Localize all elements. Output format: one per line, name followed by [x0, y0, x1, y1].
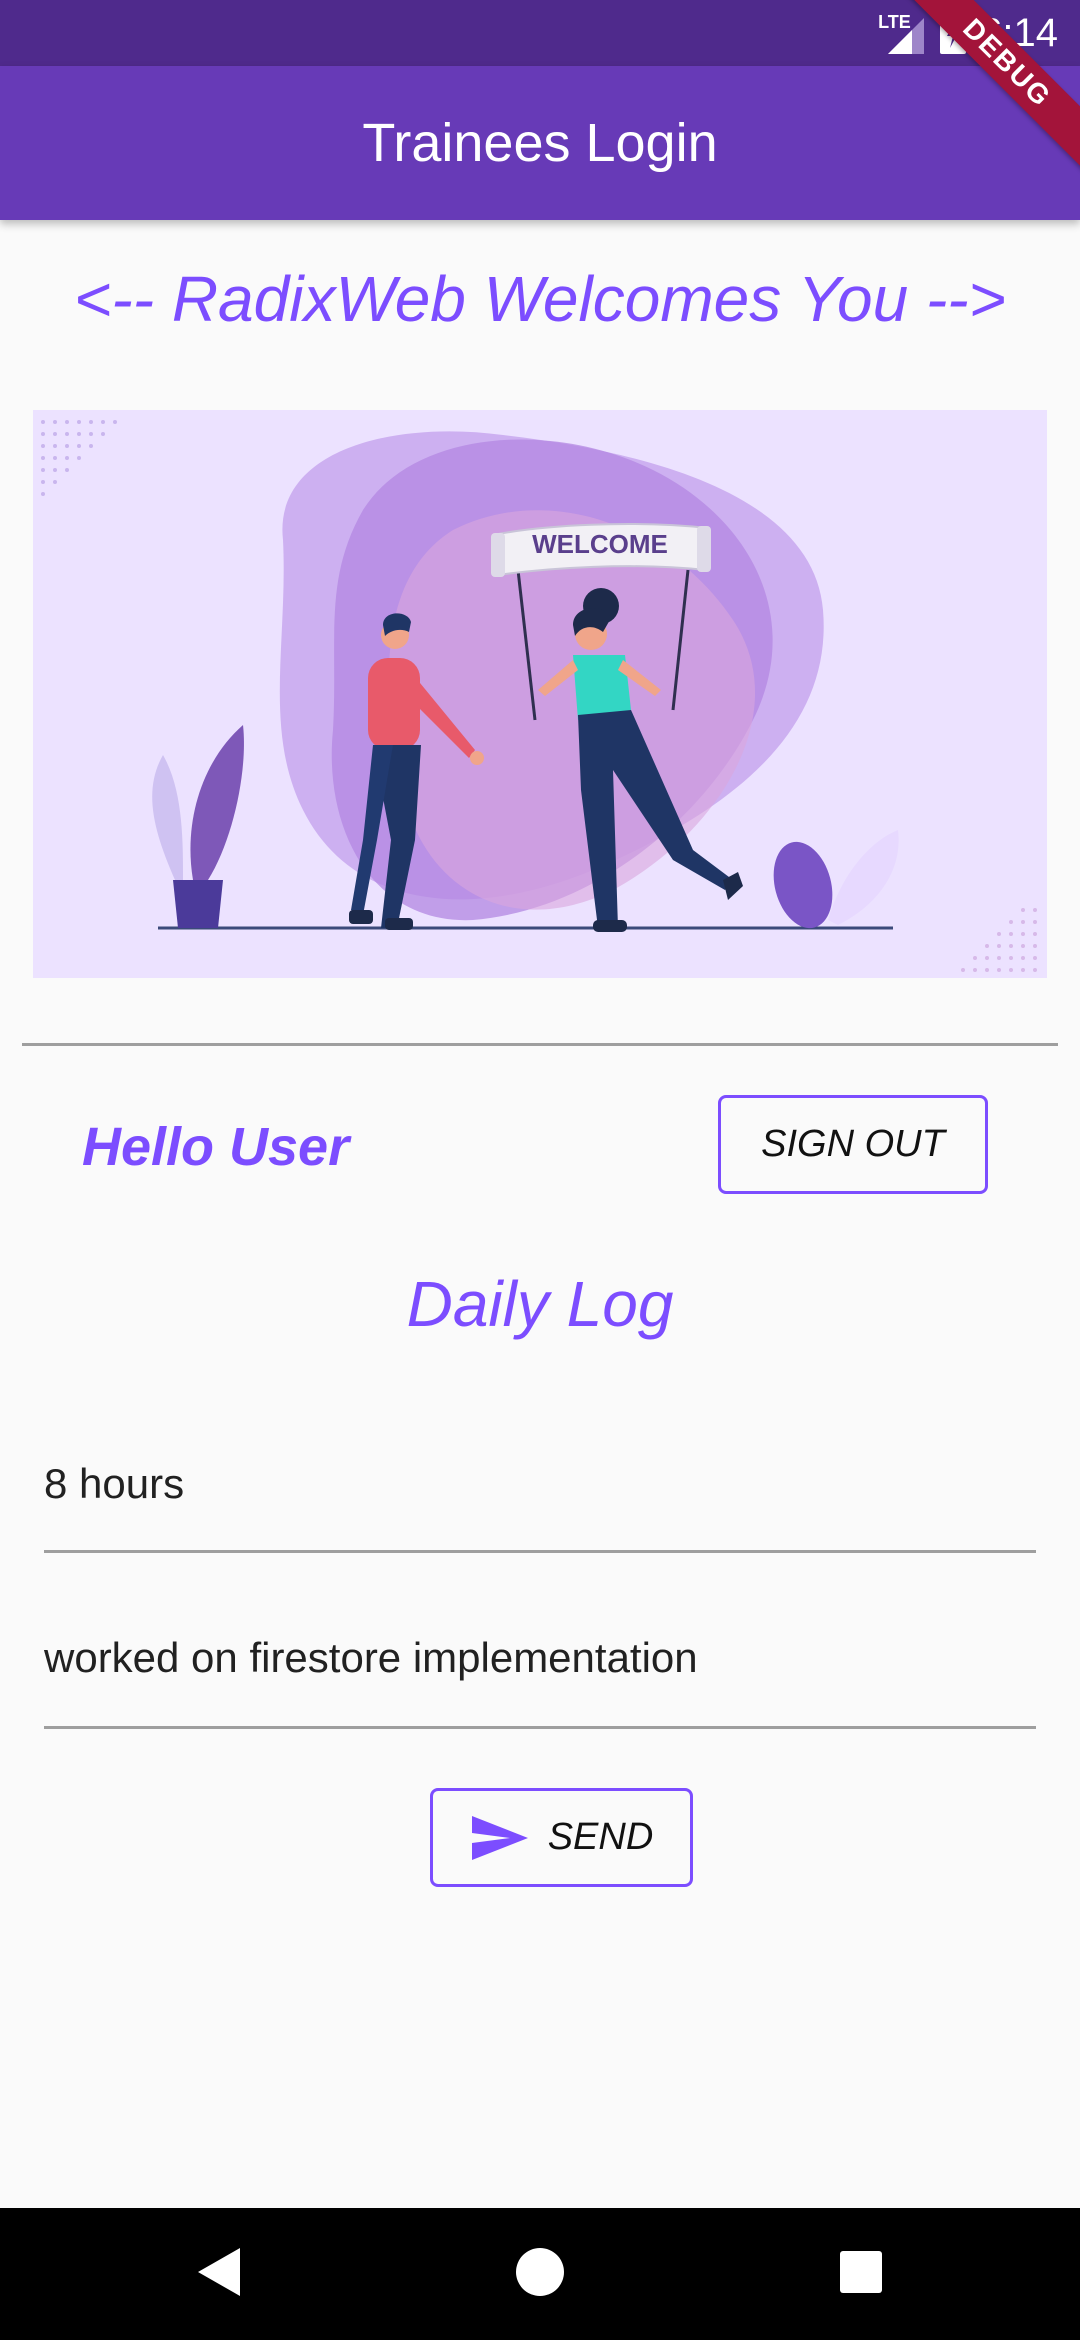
recent-apps-icon[interactable] — [840, 2251, 882, 2293]
welcome-illustration: WELCOME — [33, 410, 1047, 978]
send-button[interactable]: SEND — [430, 1788, 693, 1887]
system-nav-bar — [0, 2208, 1080, 2340]
hours-value: 8 hours — [44, 1460, 185, 1507]
back-icon[interactable] — [196, 2246, 242, 2298]
sign-out-button[interactable]: SIGN OUT — [718, 1095, 988, 1194]
description-value: worked on firestore implementation — [44, 1634, 698, 1681]
dot-pattern-top-left — [41, 420, 117, 496]
lte-signal-icon: LTE — [878, 10, 926, 56]
daily-log-title: Daily Log — [406, 1268, 674, 1340]
sign-out-label: SIGN OUT — [761, 1123, 945, 1165]
section-divider — [22, 1043, 1058, 1046]
welcome-heading: <-- RadixWeb Welcomes You --> — [74, 263, 1006, 335]
dot-pattern-bottom-right — [961, 908, 1037, 972]
send-icon — [471, 1815, 528, 1860]
app-title: Trainees Login — [362, 113, 718, 173]
send-label: SEND — [547, 1816, 654, 1858]
status-bar: LTE 6:14 — [0, 0, 1080, 66]
home-icon[interactable] — [516, 2248, 564, 2296]
network-type-label: LTE — [878, 12, 911, 32]
app-bar: Trainees Login — [0, 66, 1080, 220]
hours-field[interactable]: 8 hours — [44, 1450, 1036, 1553]
description-field[interactable]: worked on firestore implementation — [44, 1628, 1036, 1729]
greeting-text: Hello User — [82, 1117, 350, 1177]
welcome-banner-text: WELCOME — [532, 529, 668, 559]
